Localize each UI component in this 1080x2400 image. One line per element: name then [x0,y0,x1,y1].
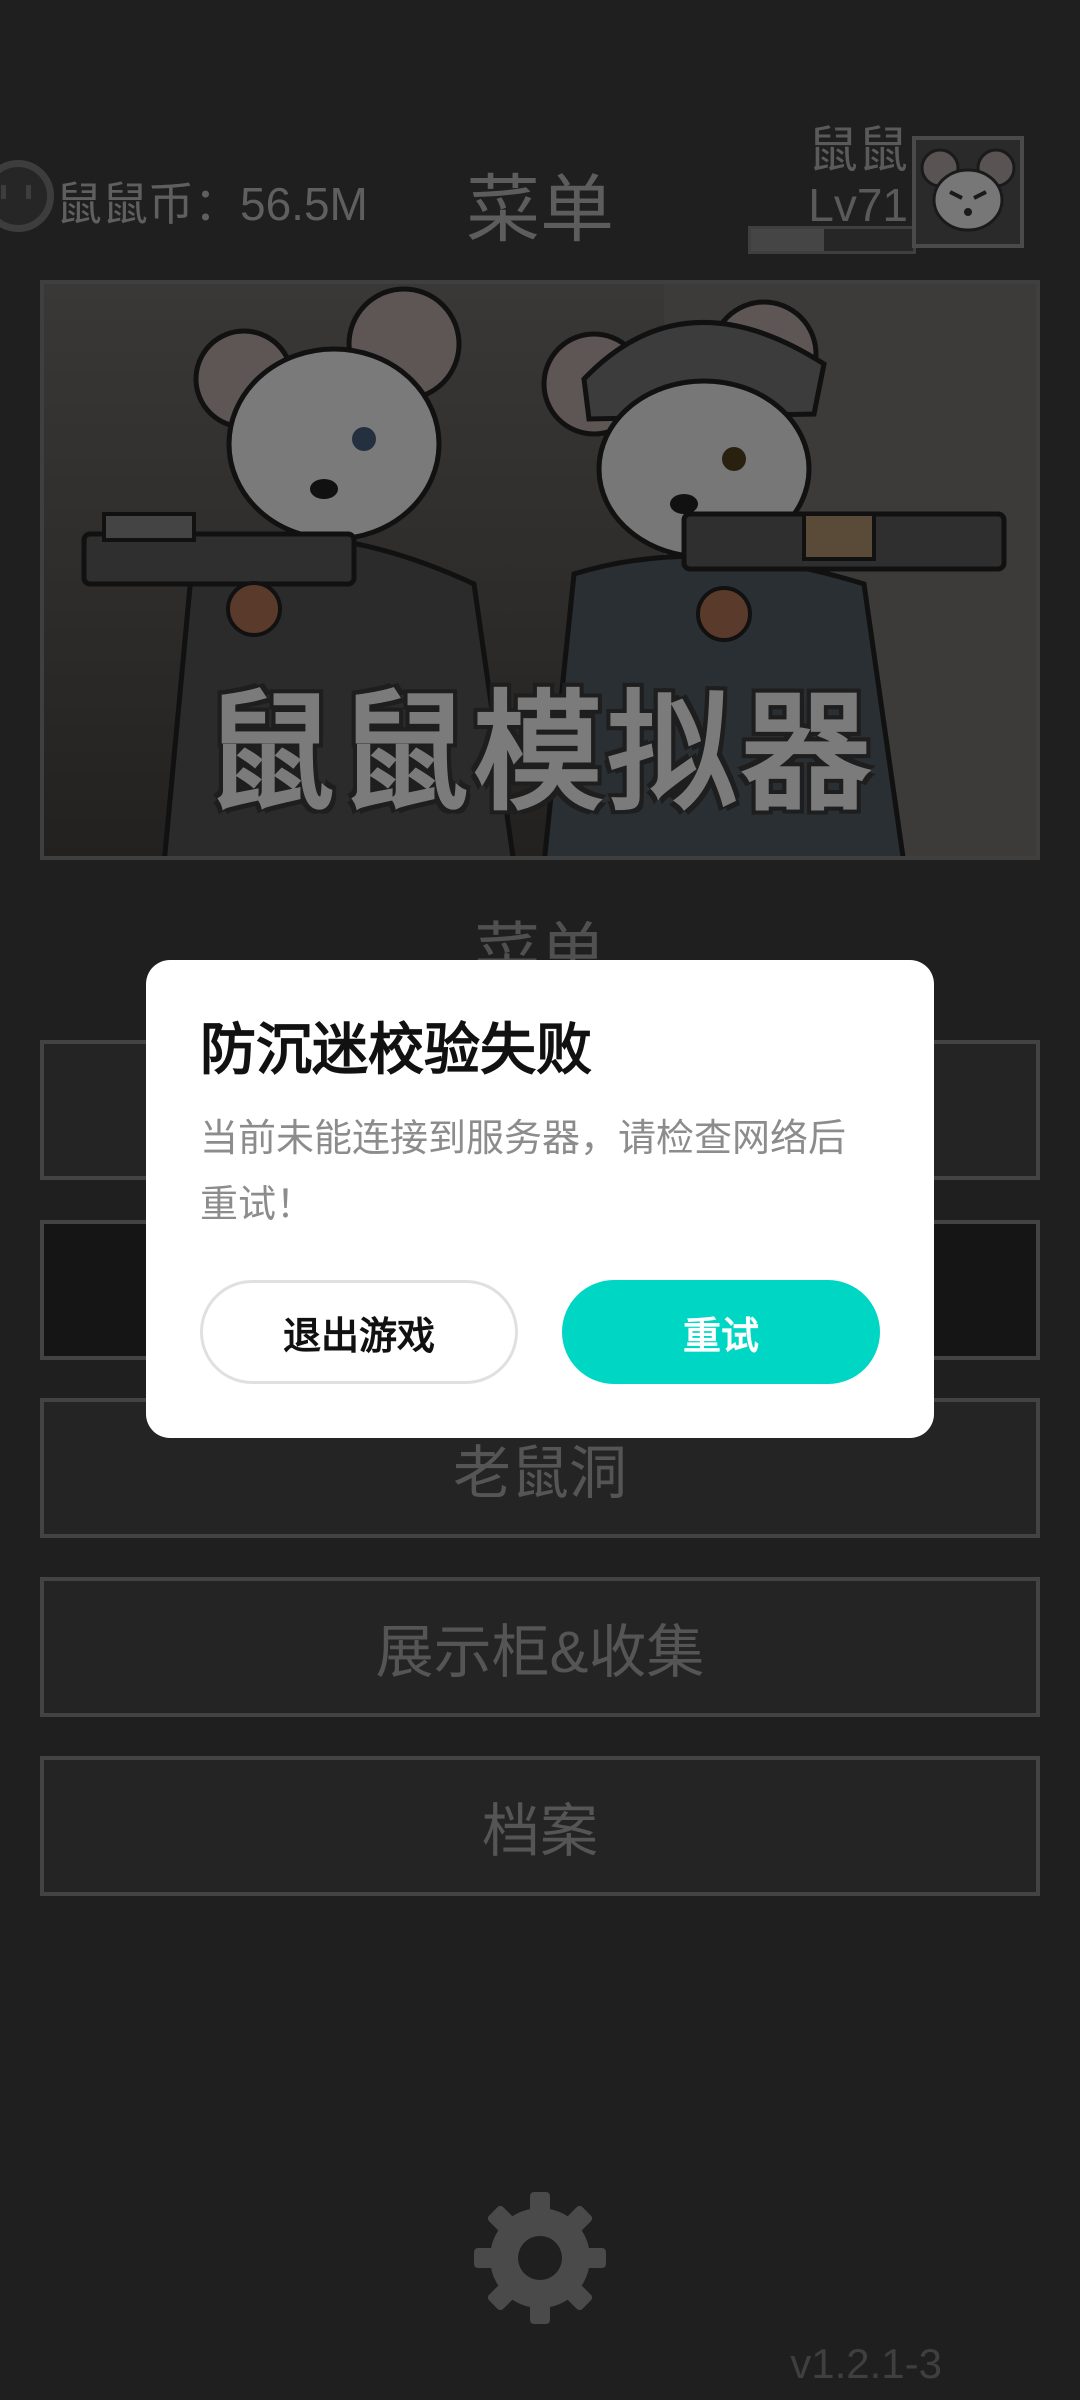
version-label: v1.2.1-3 [790,2340,942,2387]
banner-title: 鼠鼠模拟器 [204,680,875,826]
anti-addiction-dialog: 防沉迷校验失败 当前未能连接到服务器，请检查网络后重试！ 退出游戏 重试 [146,960,934,1438]
gear-icon[interactable] [474,2192,606,2324]
player-name: 鼠鼠 [808,122,908,178]
menu-button-showcase[interactable]: 展示柜&收集 [40,1577,1040,1717]
mouse-avatar-icon [920,148,1016,232]
menu-button-profile[interactable]: 档案 [40,1756,1040,1896]
xp-progress-bar [748,226,916,254]
player-level: Lv71 [808,179,908,231]
exit-game-button[interactable]: 退出游戏 [200,1280,518,1384]
retry-button[interactable]: 重试 [562,1280,880,1384]
dialog-title: 防沉迷校验失败 [200,1018,592,1081]
player-avatar[interactable] [912,136,1024,248]
dialog-message: 当前未能连接到服务器，请检查网络后重试！ [200,1118,847,1226]
game-banner: 鼠鼠模拟器 [40,280,1040,860]
